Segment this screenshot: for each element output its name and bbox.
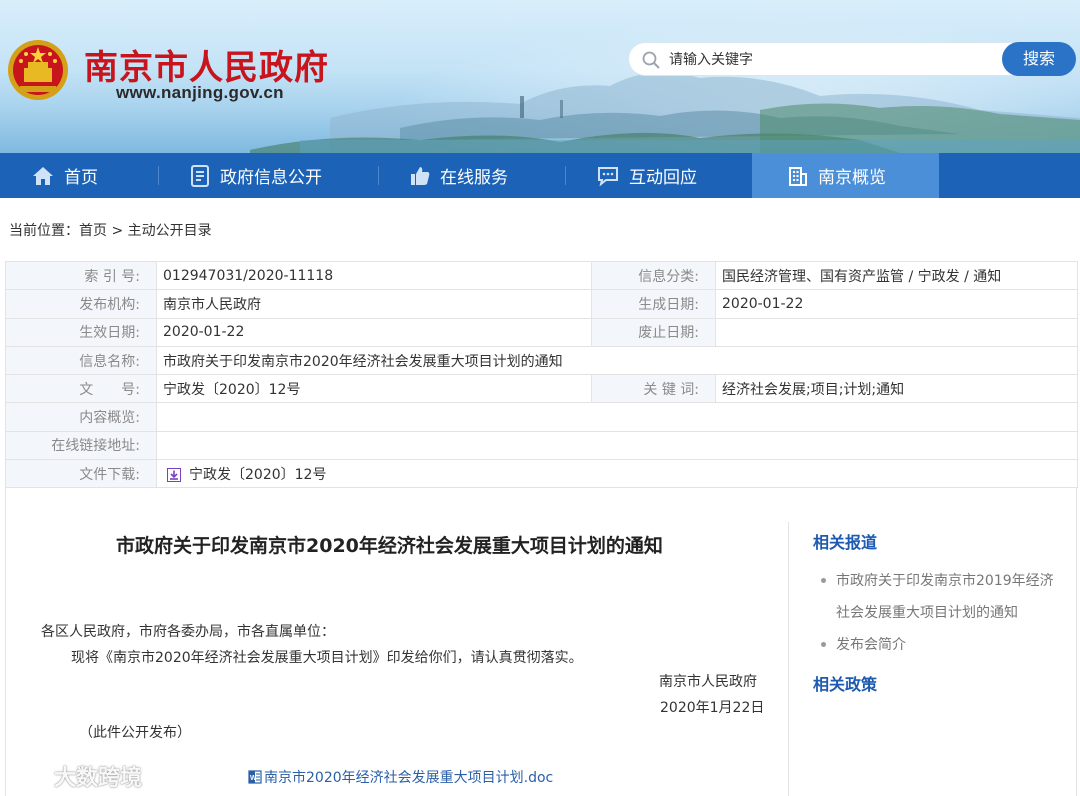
summary-value <box>156 402 1078 432</box>
document-title: 市政府关于印发南京市2020年经济社会发展重大项目计划的通知 <box>116 535 663 557</box>
download-cell: 宁政发〔2020〕12号 <box>156 459 1078 489</box>
nav-item-interaction[interactable]: 互动回应 <box>597 153 697 198</box>
breadcrumb-home-link[interactable]: 首页 <box>79 223 107 239</box>
thumbs-up-icon <box>411 166 430 185</box>
national-emblem-icon <box>6 38 70 102</box>
document-body: 现将《南京市2020年经济社会发展重大项目计划》印发给你们，请认真贯彻落实。 <box>71 650 583 666</box>
index-label: 索 引 号: <box>5 260 157 291</box>
table-row: 索 引 号: 012947031/2020-11118 信息分类: 国民经济管理… <box>5 260 1078 291</box>
search-box: 搜索 <box>628 42 1076 76</box>
download-label: 文件下载: <box>5 459 157 489</box>
table-row: 文件下载: 宁政发〔2020〕12号 <box>5 459 1078 489</box>
table-row: 信息名称: 市政府关于印发南京市2020年经济社会发展重大项目计划的通知 <box>5 345 1078 376</box>
nav-label: 政府信息公开 <box>220 168 322 188</box>
attachment-link[interactable]: W 南京市2020年经济社会发展重大项目计划.doc <box>248 767 553 787</box>
search-icon <box>642 51 660 69</box>
table-row: 在线链接地址: <box>5 430 1078 461</box>
nav-item-online-service[interactable]: 在线服务 <box>410 153 508 198</box>
publisher-label: 发布机构: <box>5 289 157 319</box>
nav-label: 在线服务 <box>440 168 508 188</box>
related-report-item[interactable]: 市政府关于印发南京市2019年经济社会发展重大项目计划的通知 <box>819 565 1059 629</box>
watermark-logo-icon <box>12 766 50 786</box>
effective-value: 2020-01-22 <box>156 317 592 347</box>
table-row: 内容概览: <box>5 402 1078 432</box>
category-label: 信息分类: <box>591 260 716 291</box>
document-meta-table: 索 引 号: 012947031/2020-11118 信息分类: 国民经济管理… <box>5 260 1078 489</box>
chat-bubble-icon <box>598 166 618 186</box>
nav-item-overview[interactable]: 南京概览 <box>752 153 939 198</box>
breadcrumb-separator: > <box>111 223 124 239</box>
main-nav: 首页 政府信息公开 在线服务 互动回应 南京概览 <box>0 153 1080 198</box>
table-row: 生效日期: 2020-01-22 废止日期: <box>5 317 1078 347</box>
keywords-value: 经济社会发展;项目;计划;通知 <box>715 374 1078 404</box>
breadcrumb-current[interactable]: 主动公开目录 <box>128 223 212 239</box>
home-icon <box>33 166 53 185</box>
name-label: 信息名称: <box>5 345 157 376</box>
category-value: 国民经济管理、国有资产监管 / 宁政发 / 通知 <box>715 260 1078 291</box>
publication-note: （此件公开发布） <box>79 725 191 741</box>
nav-label: 互动回应 <box>629 168 697 188</box>
abolished-label: 废止日期: <box>591 317 716 347</box>
download-link[interactable]: 宁政发〔2020〕12号 <box>189 467 326 483</box>
search-input[interactable] <box>669 47 989 73</box>
publisher-value: 南京市人民政府 <box>156 289 592 319</box>
download-icon[interactable] <box>167 467 181 482</box>
svg-text:W: W <box>250 775 257 782</box>
table-row: 发布机构: 南京市人民政府 生成日期: 2020-01-22 <box>5 289 1078 319</box>
nav-divider <box>378 166 379 185</box>
document-addressee: 各区人民政府，市府各委办局，市各直属单位： <box>41 624 335 640</box>
search-button[interactable]: 搜索 <box>1002 42 1076 76</box>
docno-value: 宁政发〔2020〕12号 <box>156 374 592 404</box>
breadcrumb: 当前位置：首页 > 主动公开目录 <box>9 220 212 240</box>
signature-date: 2020年1月22日 <box>660 700 765 716</box>
site-url[interactable]: www.nanjing.gov.cn <box>116 83 284 103</box>
related-reports-heading: 相关报道 <box>813 533 878 552</box>
summary-label: 内容概览: <box>5 402 157 432</box>
related-reports-list: 市政府关于印发南京市2019年经济社会发展重大项目计划的通知 发布会简介 <box>819 565 1059 661</box>
effective-label: 生效日期: <box>5 317 157 347</box>
nav-divider <box>158 166 159 185</box>
table-row: 文 号: 宁政发〔2020〕12号 关 键 词: 经济社会发展;项目;计划;通知 <box>5 374 1078 404</box>
related-report-item[interactable]: 发布会简介 <box>819 629 1059 661</box>
nav-item-home[interactable]: 首页 <box>32 153 98 198</box>
docno-label: 文 号: <box>5 374 157 404</box>
signature-org: 南京市人民政府 <box>659 674 757 690</box>
building-icon <box>789 166 807 186</box>
keywords-label: 关 键 词: <box>591 374 716 404</box>
word-doc-icon: W <box>248 770 262 784</box>
watermark: 大数跨境 <box>10 760 142 792</box>
nav-divider <box>565 166 566 185</box>
created-value: 2020-01-22 <box>715 289 1078 319</box>
nav-label: 南京概览 <box>818 168 886 188</box>
created-label: 生成日期: <box>591 289 716 319</box>
index-value: 012947031/2020-11118 <box>156 260 592 291</box>
link-label: 在线链接地址: <box>5 430 157 461</box>
related-policies-heading: 相关政策 <box>813 675 878 694</box>
header-banner: 南京市人民政府 www.nanjing.gov.cn 搜索 <box>0 0 1080 153</box>
abolished-value <box>715 317 1078 347</box>
link-value <box>156 430 1078 461</box>
nav-item-gov-info[interactable]: 政府信息公开 <box>190 153 322 198</box>
site-title[interactable]: 南京市人民政府 <box>84 40 329 89</box>
attachment-filename: 南京市2020年经济社会发展重大项目计划.doc <box>264 770 554 786</box>
name-value: 市政府关于印发南京市2020年经济社会发展重大项目计划的通知 <box>156 345 1078 376</box>
nav-label: 首页 <box>64 168 98 188</box>
breadcrumb-prefix: 当前位置： <box>9 223 79 239</box>
document-list-icon <box>191 164 209 187</box>
sidebar-divider <box>788 522 789 796</box>
watermark-text: 大数跨境 <box>54 766 143 791</box>
